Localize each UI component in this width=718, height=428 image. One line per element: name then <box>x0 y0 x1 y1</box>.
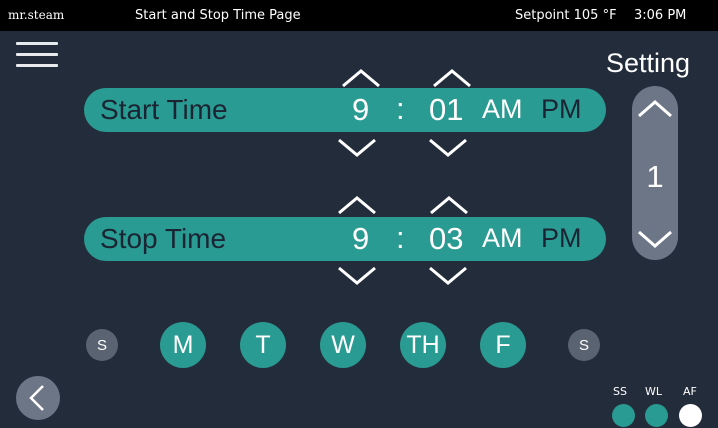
stop-am-button[interactable]: AM <box>482 223 523 254</box>
clock: 3:06 PM <box>634 8 687 23</box>
setting-title: Setting <box>606 48 691 78</box>
stop-minute-value[interactable]: 03 <box>429 221 463 257</box>
day-monday-button[interactable]: M <box>160 322 206 368</box>
setpoint-readout: Setpoint 105 °F <box>515 8 617 23</box>
stop-hour-value[interactable]: 9 <box>352 221 369 257</box>
day-saturday-button[interactable]: S <box>568 329 600 361</box>
stop-minute-up-arrow-icon[interactable] <box>427 193 471 217</box>
indicator-af-dot <box>679 404 702 427</box>
stop-hour-down-arrow-icon[interactable] <box>335 264 379 288</box>
stop-hour-up-arrow-icon[interactable] <box>335 193 379 217</box>
stop-time-label: Stop Time <box>100 223 227 254</box>
start-time-colon: : <box>396 91 405 126</box>
setting-down-arrow-icon[interactable] <box>633 228 677 252</box>
start-minute-down-arrow-icon[interactable] <box>426 136 470 160</box>
setting-number: 1 <box>646 159 664 194</box>
indicator-wl-label: WL <box>645 385 663 398</box>
day-sunday-button[interactable]: S <box>86 329 118 361</box>
indicator-wl-dot <box>645 404 668 427</box>
start-hour-up-arrow-icon[interactable] <box>339 66 383 90</box>
start-hour-down-arrow-icon[interactable] <box>335 136 379 160</box>
stop-pm-button[interactable]: PM <box>541 223 582 254</box>
start-pm-button[interactable]: PM <box>541 94 582 125</box>
start-time-bar: Start Time 9 : 01 AM PM <box>84 88 606 132</box>
indicator-af-label: AF <box>683 385 697 398</box>
setting-up-arrow-icon[interactable] <box>633 96 677 120</box>
start-minute-value[interactable]: 01 <box>429 92 463 128</box>
setting-selector: 1 <box>632 86 678 260</box>
page-title: Start and Stop Time Page <box>135 8 301 23</box>
back-button[interactable] <box>16 376 60 420</box>
start-am-button[interactable]: AM <box>482 94 523 125</box>
start-hour-value[interactable]: 9 <box>352 92 369 128</box>
brand-logo: mr.steam <box>8 8 65 22</box>
stop-time-bar: Stop Time 9 : 03 AM PM <box>84 217 606 261</box>
indicator-ss-label: SS <box>613 385 627 398</box>
start-minute-up-arrow-icon[interactable] <box>430 66 474 90</box>
day-tuesday-button[interactable]: T <box>240 322 286 368</box>
status-bar: mr.steam Start and Stop Time Page Setpoi… <box>0 0 718 31</box>
day-thursday-button[interactable]: TH <box>400 322 446 368</box>
hamburger-menu-icon[interactable] <box>16 42 58 68</box>
day-wednesday-button[interactable]: W <box>320 322 366 368</box>
start-time-label: Start Time <box>100 94 228 125</box>
stop-minute-down-arrow-icon[interactable] <box>426 264 470 288</box>
stop-time-colon: : <box>396 220 405 255</box>
chevron-left-icon <box>29 385 44 411</box>
indicator-ss-dot <box>612 404 635 427</box>
day-selector: S M T W TH F S <box>0 322 718 372</box>
day-friday-button[interactable]: F <box>480 322 526 368</box>
